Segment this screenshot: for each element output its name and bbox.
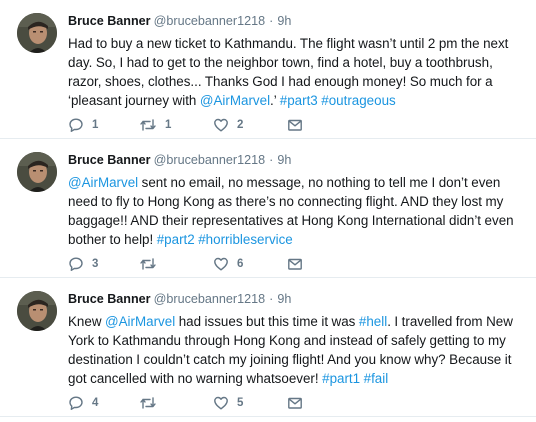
tweet-body: Bruce Banner @brucebanner1218 · 9h Knew @Ai…: [68, 290, 528, 410]
user-handle[interactable]: @brucebanner1218: [154, 292, 266, 306]
mention-link[interactable]: @AirMarvel: [200, 93, 270, 108]
reply-icon: [69, 118, 83, 132]
tweet-text: Had to buy a new ticket to Kathmandu. Th…: [68, 34, 528, 110]
retweet-button[interactable]: [139, 393, 165, 413]
envelope-icon: [288, 397, 302, 409]
like-count: 2: [237, 119, 244, 131]
reply-icon: [69, 257, 83, 271]
tweet[interactable]: Bruce Banner @brucebanner1218 · 9h Knew @Ai…: [0, 278, 536, 417]
mention-link[interactable]: @AirMarvel: [68, 175, 138, 190]
separator-dot: ·: [269, 14, 274, 28]
separator-dot: ·: [269, 292, 274, 306]
display-name[interactable]: Bruce Banner: [68, 153, 151, 167]
hashtag-link[interactable]: #part2: [157, 232, 195, 247]
tweet[interactable]: Bruce Banner @brucebanner1218 · 9h Had to b…: [0, 0, 536, 139]
reply-icon: [69, 396, 83, 410]
envelope-icon: [288, 258, 302, 270]
like-button[interactable]: 5: [213, 393, 243, 413]
hashtag-link[interactable]: #fail: [364, 371, 389, 386]
like-count: 6: [237, 258, 244, 270]
tweet-body: Bruce Banner @brucebanner1218 · 9h Had to b…: [68, 12, 528, 132]
direct-message-button[interactable]: [287, 115, 303, 135]
tweet-actions: 4 5: [68, 393, 328, 413]
tweet-actions: 1 1 2: [68, 115, 328, 135]
hashtag-link[interactable]: #outrageous: [321, 93, 395, 108]
tweet-body: Bruce Banner @brucebanner1218 · 9h @AirMarv…: [68, 151, 528, 271]
retweet-icon: [140, 258, 156, 270]
avatar[interactable]: [17, 152, 57, 192]
like-count: 5: [237, 397, 244, 409]
timestamp[interactable]: 9h: [277, 14, 291, 28]
reply-button[interactable]: 3: [68, 254, 98, 274]
avatar-image: [17, 291, 57, 331]
tweet-text-segment: Knew: [68, 314, 106, 329]
heart-icon: [214, 257, 228, 271]
tweet-text: @AirMarvel sent no email, no message, no…: [68, 173, 528, 249]
hashtag-link[interactable]: #hell: [359, 314, 387, 329]
direct-message-button[interactable]: [287, 393, 303, 413]
tweet-header: Bruce Banner @brucebanner1218 · 9h: [68, 151, 528, 169]
like-button[interactable]: 6: [213, 254, 243, 274]
hashtag-link[interactable]: #part3: [280, 93, 318, 108]
tweet-header: Bruce Banner @brucebanner1218 · 9h: [68, 12, 528, 30]
tweet-text-segment: .’: [270, 93, 280, 108]
retweet-icon: [140, 397, 156, 409]
tweet-actions: 3 6: [68, 254, 328, 274]
retweet-button[interactable]: 1: [139, 115, 171, 135]
hashtag-link[interactable]: #horribleservice: [198, 232, 293, 247]
reply-count: 4: [92, 397, 99, 409]
user-handle[interactable]: @brucebanner1218: [154, 14, 266, 28]
tweet[interactable]: Bruce Banner @brucebanner1218 · 9h @AirMarv…: [0, 139, 536, 278]
avatar[interactable]: [17, 291, 57, 331]
tweet-timeline: Bruce Banner @brucebanner1218 · 9h Had to b…: [0, 0, 536, 422]
tweet-text-segment: had issues but this time it was: [175, 314, 359, 329]
user-handle[interactable]: @brucebanner1218: [154, 153, 266, 167]
avatar-image: [17, 152, 57, 192]
retweet-icon: [140, 119, 156, 131]
avatar-image: [17, 13, 57, 53]
retweet-count: 1: [165, 119, 172, 131]
tweet-header: Bruce Banner @brucebanner1218 · 9h: [68, 290, 528, 308]
reply-button[interactable]: 4: [68, 393, 98, 413]
display-name[interactable]: Bruce Banner: [68, 292, 151, 306]
timestamp[interactable]: 9h: [277, 153, 291, 167]
reply-count: 3: [92, 258, 99, 270]
like-button[interactable]: 2: [213, 115, 243, 135]
display-name[interactable]: Bruce Banner: [68, 14, 151, 28]
reply-button[interactable]: 1: [68, 115, 98, 135]
heart-icon: [214, 396, 228, 410]
timestamp[interactable]: 9h: [277, 292, 291, 306]
avatar[interactable]: [17, 13, 57, 53]
retweet-button[interactable]: [139, 254, 165, 274]
separator-dot: ·: [269, 153, 274, 167]
reply-count: 1: [92, 119, 99, 131]
direct-message-button[interactable]: [287, 254, 303, 274]
envelope-icon: [288, 119, 302, 131]
hashtag-link[interactable]: #part1: [322, 371, 360, 386]
tweet-text: Knew @AirMarvel had issues but this time…: [68, 312, 528, 388]
mention-link[interactable]: @AirMarvel: [105, 314, 175, 329]
heart-icon: [214, 118, 228, 132]
